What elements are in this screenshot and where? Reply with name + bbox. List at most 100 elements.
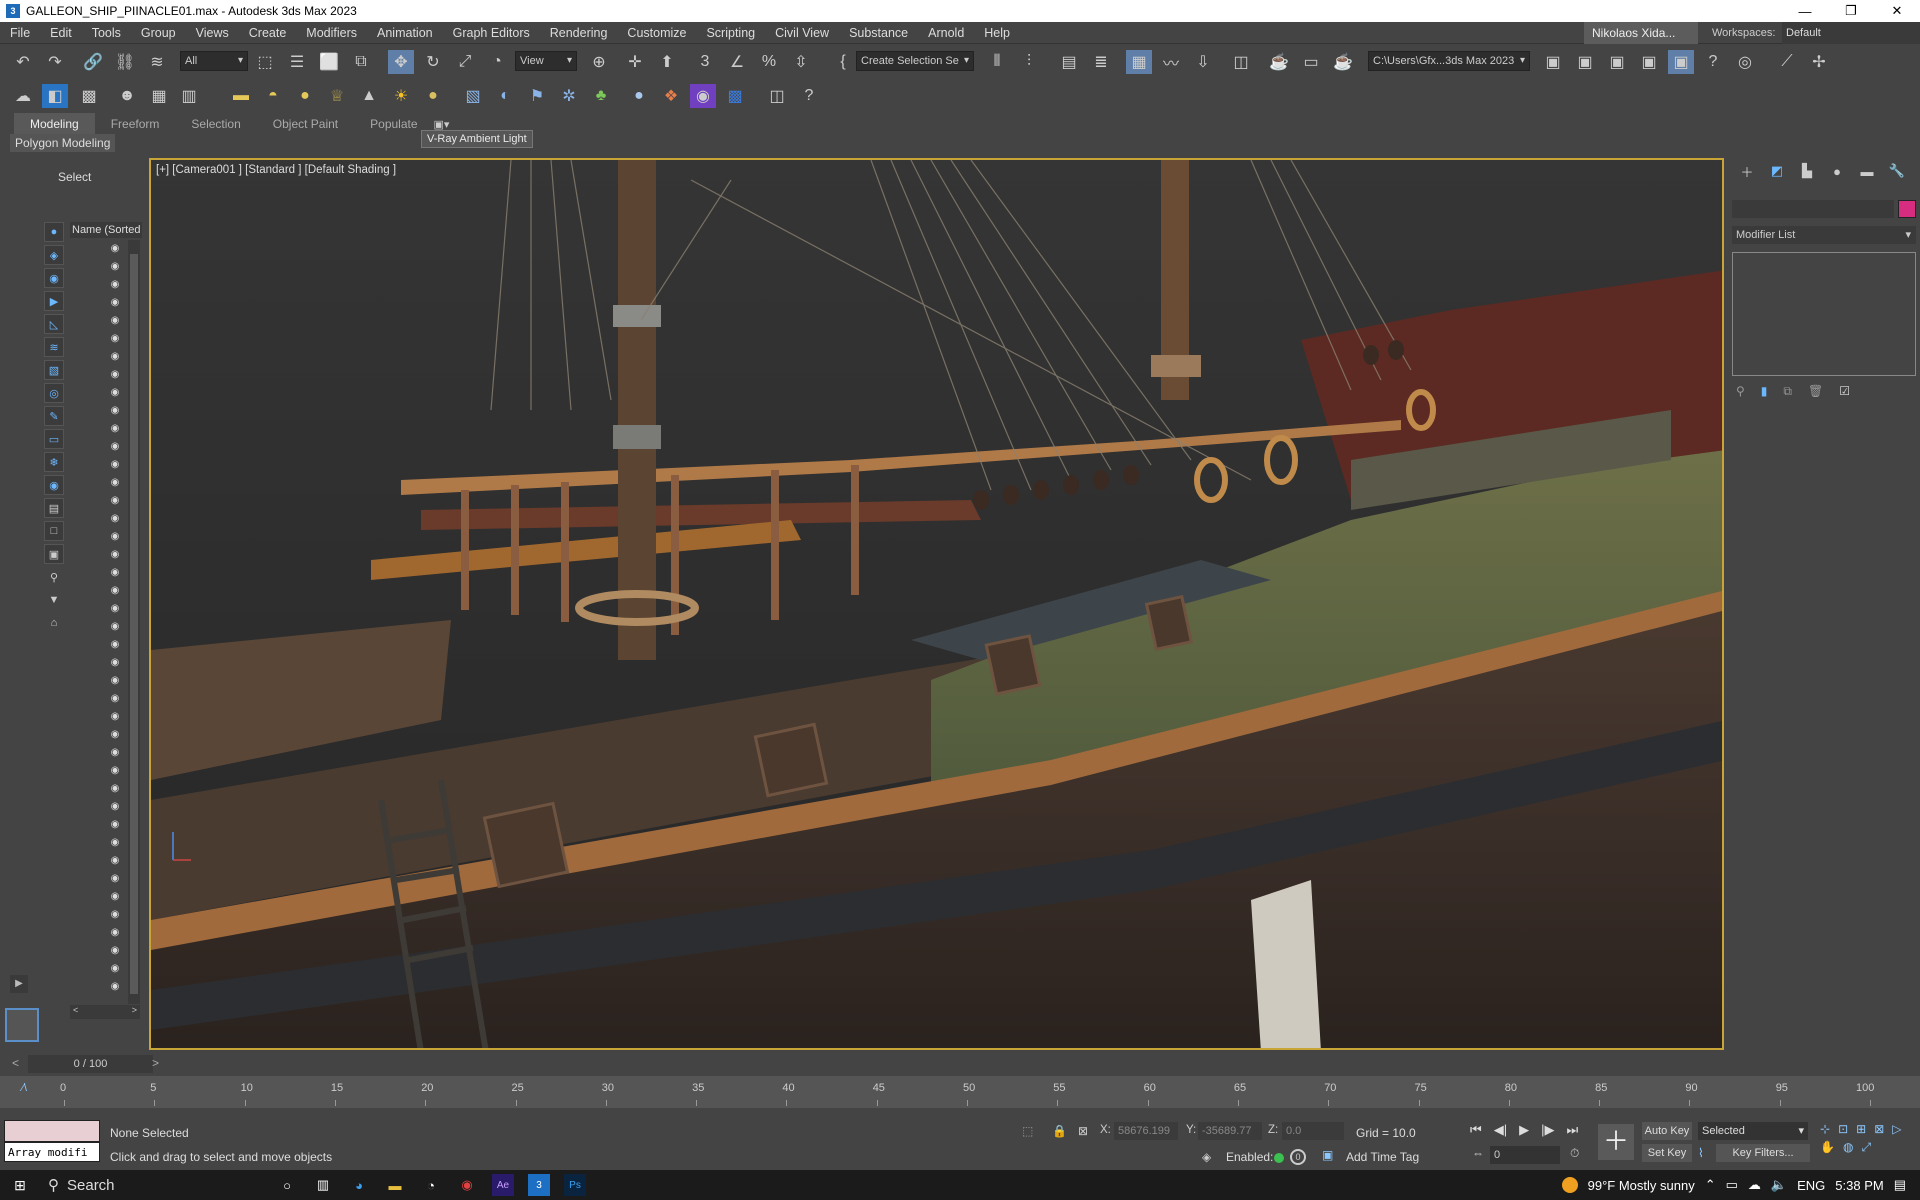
- visibility-eye-icon[interactable]: ◉: [100, 330, 130, 348]
- reference-coordinate-dropdown[interactable]: View: [515, 51, 577, 71]
- pivot-center-icon[interactable]: ⊕: [586, 50, 612, 74]
- filter-icon[interactable]: ▼: [44, 590, 64, 610]
- unlink-icon[interactable]: ⛓: [112, 50, 138, 74]
- prev-frame-arrow-icon[interactable]: <: [12, 1056, 19, 1070]
- render-production-icon[interactable]: ☕: [1330, 50, 1356, 74]
- notifications-icon[interactable]: ▤: [1894, 1177, 1906, 1193]
- vray-light-icon[interactable]: ▬: [228, 84, 254, 108]
- remove-modifier-icon[interactable]: 🗑: [1808, 384, 1823, 399]
- isolate-selection-icon[interactable]: ⬚: [1022, 1124, 1033, 1138]
- edit-named-selection-icon[interactable]: {: [830, 50, 856, 74]
- vray-sphere-light-icon[interactable]: ●: [292, 84, 318, 108]
- align-icon[interactable]: ⫶: [1016, 50, 1042, 74]
- display-hidden-icon[interactable]: ◉: [44, 475, 64, 495]
- visibility-eye-icon[interactable]: ◉: [100, 456, 130, 474]
- cortana-icon[interactable]: ○: [276, 1174, 298, 1196]
- project-folder-dropdown[interactable]: C:\Users\Gfx...3ds Max 2023: [1368, 51, 1530, 71]
- viewport-label[interactable]: [+] [Camera001 ] [Standard ] [Default Sh…: [156, 164, 396, 176]
- time-slider-thumb[interactable]: 0 / 100: [28, 1055, 153, 1073]
- go-to-start-icon[interactable]: ⏮: [1470, 1122, 1482, 1138]
- volume-icon[interactable]: 🔈: [1771, 1177, 1787, 1193]
- modifier-stack[interactable]: [1732, 252, 1916, 376]
- autodesk-account-icon[interactable]: ◎: [1732, 50, 1758, 74]
- maximize-viewport-icon[interactable]: ⤢: [1861, 1140, 1871, 1155]
- archive-icon[interactable]: ▣: [1636, 50, 1662, 74]
- adaptive-degradation-icon[interactable]: ◈: [1202, 1150, 1211, 1164]
- vray-material-icon[interactable]: ●: [626, 84, 652, 108]
- menu-views[interactable]: Views: [186, 22, 239, 44]
- vray-sun-icon[interactable]: ☀: [388, 84, 414, 108]
- menu-scripting[interactable]: Scripting: [696, 22, 765, 44]
- menu-substance[interactable]: Substance: [839, 22, 918, 44]
- visibility-eye-icon[interactable]: ◉: [100, 402, 130, 420]
- set-keys-button[interactable]: ＋: [1598, 1124, 1634, 1160]
- menu-help[interactable]: Help: [974, 22, 1020, 44]
- visibility-eye-icon[interactable]: ◉: [100, 636, 130, 654]
- menu-modifiers[interactable]: Modifiers: [296, 22, 367, 44]
- weather-icon[interactable]: [1561, 1177, 1578, 1193]
- visibility-eye-icon[interactable]: ◉: [100, 816, 130, 834]
- user-account-dropdown[interactable]: Nikolaos Xida...: [1584, 22, 1698, 44]
- mini-curve-editor-icon[interactable]: ⁄\: [22, 1082, 27, 1094]
- network-icon[interactable]: ▭: [1726, 1177, 1738, 1193]
- visibility-eye-icon[interactable]: ◉: [100, 834, 130, 852]
- vray-proxy-icon[interactable]: ▧: [460, 84, 486, 108]
- zoom-extents-icon[interactable]: ⊞: [1856, 1122, 1866, 1136]
- visibility-eye-icon[interactable]: ◉: [100, 870, 130, 888]
- ribbon-toggle-icon[interactable]: ▦: [1126, 50, 1152, 74]
- mirror-icon[interactable]: ⫴: [984, 50, 1010, 74]
- link-icon[interactable]: 🔗: [80, 50, 106, 74]
- photoshop-icon[interactable]: Ps: [564, 1174, 586, 1196]
- menu-animation[interactable]: Animation: [367, 22, 443, 44]
- render-setup-icon[interactable]: ☕: [1266, 50, 1292, 74]
- vray-light-lister-icon[interactable]: ☻: [114, 84, 140, 108]
- ribbon-options-icon[interactable]: ▣▾: [434, 118, 450, 131]
- visibility-eye-icon[interactable]: ◉: [100, 978, 130, 996]
- taskbar-search[interactable]: ⚲ Search: [40, 1170, 270, 1200]
- modifier-list-dropdown[interactable]: Modifier List: [1732, 226, 1916, 244]
- menu-graph-editors[interactable]: Graph Editors: [443, 22, 540, 44]
- display-frozen-icon[interactable]: ❄: [44, 452, 64, 472]
- clock[interactable]: 5:38 PM: [1835, 1178, 1883, 1193]
- viewport-layout-thumbnail[interactable]: [5, 1008, 39, 1042]
- display-tab-icon[interactable]: ▬: [1852, 164, 1882, 179]
- cloud-icon[interactable]: ☁: [1748, 1177, 1761, 1193]
- maxscript-listener-mini[interactable]: [4, 1120, 100, 1142]
- visibility-eye-icon[interactable]: ◉: [100, 654, 130, 672]
- field-of-view-icon[interactable]: ▷: [1892, 1122, 1901, 1136]
- edge-icon[interactable]: ◕: [348, 1174, 370, 1196]
- visibility-eye-icon[interactable]: ◉: [100, 726, 130, 744]
- task-view-icon[interactable]: ▥: [312, 1174, 334, 1196]
- visibility-eye-icon[interactable]: ◉: [100, 546, 130, 564]
- zoom-extents-all-icon[interactable]: ⊠: [1874, 1122, 1884, 1136]
- tab-modeling[interactable]: Modeling: [14, 113, 95, 135]
- select-menu[interactable]: Select: [58, 170, 91, 184]
- vray-sphere-icon[interactable]: ✲: [556, 84, 582, 108]
- vray-settings-icon[interactable]: ◫: [764, 84, 790, 108]
- rendered-frame-window-icon[interactable]: ▭: [1298, 50, 1324, 74]
- visibility-eye-icon[interactable]: ◉: [100, 600, 130, 618]
- vray-frame-buffer-icon[interactable]: ◧: [42, 84, 68, 108]
- visibility-eye-icon[interactable]: ◉: [100, 384, 130, 402]
- vray-scene-converter-icon[interactable]: ◉: [690, 84, 716, 108]
- modify-tab-icon[interactable]: ◩: [1762, 163, 1792, 179]
- zoom-icon[interactable]: ⊹: [1820, 1122, 1830, 1136]
- display-geometry-icon[interactable]: ●: [44, 222, 64, 242]
- timeline[interactable]: ⁄\ 0 5 10 15 20 25 30 35 40 45 50 55 60 65 70 75 80 85 90 9…: [0, 1076, 1920, 1108]
- language-indicator[interactable]: ENG: [1797, 1178, 1825, 1193]
- z-coordinate-field[interactable]: 0.0: [1282, 1122, 1344, 1140]
- orbit-icon[interactable]: ◍: [1843, 1140, 1853, 1155]
- find-icon[interactable]: ⚲: [44, 567, 64, 587]
- visibility-eye-icon[interactable]: ◉: [100, 420, 130, 438]
- visibility-eye-icon[interactable]: ◉: [100, 762, 130, 780]
- visibility-eye-icon[interactable]: ◉: [100, 744, 130, 762]
- material-editor-icon[interactable]: ◫: [1228, 50, 1254, 74]
- display-lights-icon[interactable]: ◉: [44, 268, 64, 288]
- visibility-eye-icon[interactable]: ◉: [100, 708, 130, 726]
- visibility-eye-icon[interactable]: ◉: [100, 852, 130, 870]
- visibility-eye-icon[interactable]: ◉: [100, 888, 130, 906]
- object-color-swatch[interactable]: [1898, 200, 1916, 218]
- visibility-eye-icon[interactable]: ◉: [100, 258, 130, 276]
- visibility-eye-icon[interactable]: ◉: [100, 564, 130, 582]
- scene-explorer-icon[interactable]: ▤: [1056, 50, 1082, 74]
